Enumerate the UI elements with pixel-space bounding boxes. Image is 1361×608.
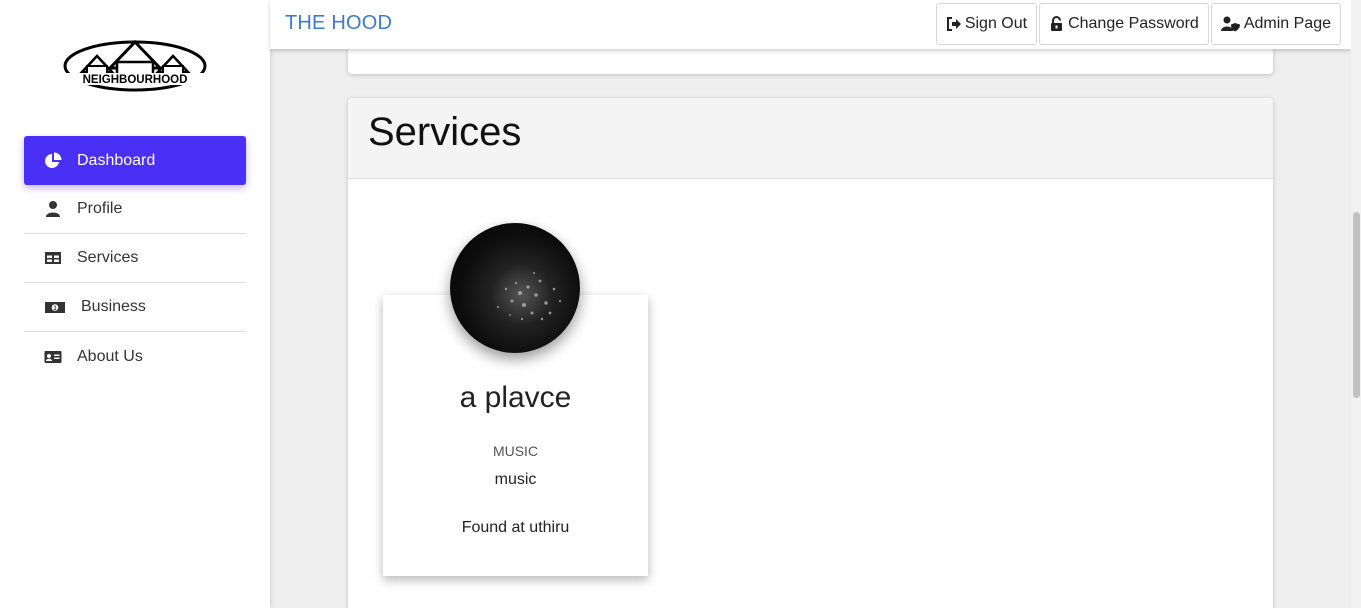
- sidebar-item-label: Services: [77, 249, 139, 266]
- change-password-label: Change Password: [1068, 15, 1199, 32]
- unlock-icon: [1051, 16, 1063, 31]
- page-scrollbar[interactable]: [1351, 0, 1361, 608]
- service-name: a plavce: [459, 381, 572, 414]
- money-bill-icon: 1: [44, 298, 66, 316]
- sign-out-button[interactable]: Sign Out: [935, 3, 1038, 45]
- services-title: Services: [368, 110, 522, 154]
- id-card-icon: [44, 348, 62, 366]
- top-navbar: THE HOOD Sign Out Change Password Admin …: [270, 0, 1351, 49]
- svg-text:NEIGHBOURHOOD: NEIGHBOURHOOD: [83, 74, 188, 86]
- sign-out-label: Sign Out: [964, 15, 1028, 32]
- table-icon: [44, 249, 62, 267]
- admin-page-label: Admin Page: [1243, 15, 1331, 32]
- user-shield-icon: [1220, 16, 1240, 32]
- service-avatar-image: [450, 223, 580, 353]
- admin-page-button[interactable]: Admin Page: [1210, 3, 1341, 45]
- sidebar-item-services[interactable]: Services: [24, 234, 246, 283]
- sidebar-item-label: Business: [81, 298, 146, 315]
- sign-out-icon: [946, 17, 961, 31]
- services-header: Services: [348, 98, 1273, 179]
- sidebar-item-profile[interactable]: Profile: [24, 185, 246, 234]
- neighbourhood-logo[interactable]: NEIGHBOURHOOD: [62, 36, 208, 92]
- sidebar: NEIGHBOURHOOD Dashboard Profile Services…: [0, 0, 270, 608]
- user-icon: [44, 200, 62, 218]
- brand-title[interactable]: THE HOOD: [285, 12, 392, 35]
- sidebar-item-label: Profile: [77, 200, 123, 217]
- sidebar-item-dashboard[interactable]: Dashboard: [24, 136, 246, 185]
- top-actions: Sign Out Change Password Admin Page: [935, 3, 1341, 45]
- sidebar-item-about-us[interactable]: About Us: [24, 332, 246, 381]
- sidebar-item-label: Dashboard: [77, 151, 156, 169]
- service-category: MUSIC: [492, 443, 539, 459]
- pie-chart-icon: [44, 152, 62, 170]
- sidebar-item-business[interactable]: 1 Business: [24, 283, 246, 332]
- scrollbar-thumb[interactable]: [1353, 212, 1360, 398]
- service-description: music: [494, 471, 537, 488]
- sidebar-nav: Dashboard Profile Services 1 Business Ab…: [24, 136, 246, 381]
- service-location: Found at uthiru: [461, 519, 570, 536]
- change-password-button[interactable]: Change Password: [1039, 3, 1209, 45]
- sidebar-item-label: About Us: [77, 347, 143, 365]
